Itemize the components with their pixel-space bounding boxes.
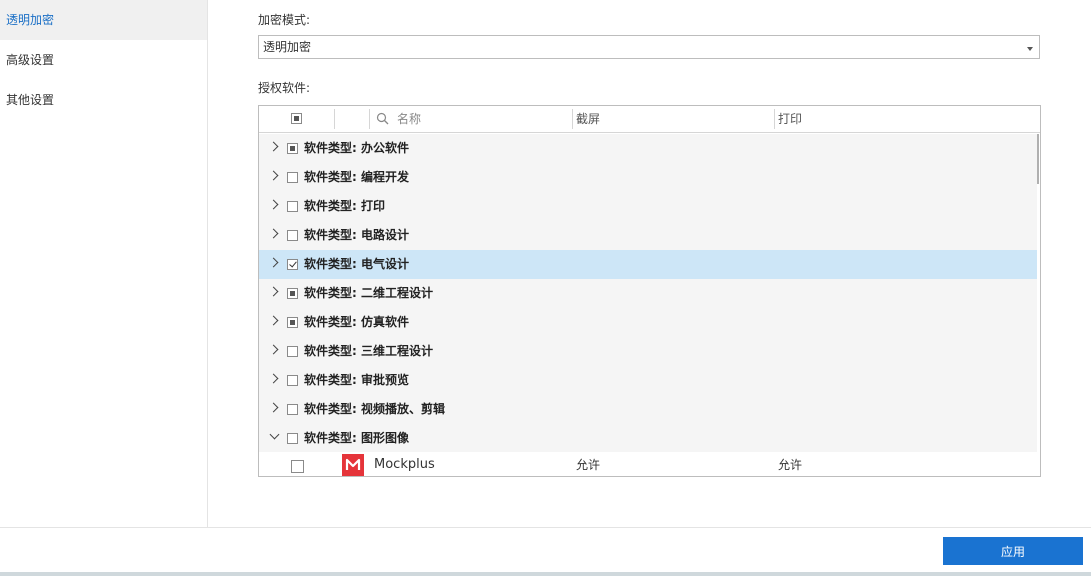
software-table: 名称 截屏 打印 软件类型: 办公软件 软件类型: 编程开发 软件类型: 打印软件类… — [258, 105, 1041, 477]
column-divider — [572, 109, 573, 129]
mode-select[interactable]: 透明加密 — [258, 35, 1040, 59]
select-all-checkbox[interactable] — [291, 113, 302, 124]
chevron-down-icon — [1027, 47, 1033, 51]
chevron-right-icon[interactable] — [268, 286, 279, 297]
category-label: 软件类型: 办公软件 — [304, 141, 409, 155]
column-divider — [334, 109, 335, 129]
column-divider — [369, 109, 370, 129]
sidebar-item-advanced-settings[interactable]: 高级设置 — [0, 40, 207, 80]
category-label: 软件类型: 三维工程设计 — [304, 344, 433, 358]
chevron-down-icon[interactable] — [269, 429, 280, 440]
table-header: 名称 截屏 打印 — [259, 106, 1040, 133]
chevron-right-icon[interactable] — [268, 257, 279, 268]
sidebar-item-label: 透明加密 — [6, 13, 55, 27]
mode-select-value: 透明加密 — [263, 40, 312, 54]
chevron-right-icon[interactable] — [268, 344, 279, 355]
category-row[interactable]: 软件类型: 打印 — [259, 192, 1037, 221]
category-label: 软件类型: 审批预览 — [304, 373, 409, 387]
scrollbar[interactable] — [1037, 134, 1039, 184]
category-checkbox[interactable] — [287, 172, 298, 183]
category-row[interactable]: 软件类型: 图形图像 — [259, 424, 1037, 453]
column-divider — [774, 109, 775, 129]
print-permission[interactable]: 允许 — [778, 452, 802, 476]
divider — [0, 527, 1091, 528]
app-name: Mockplus — [374, 457, 435, 472]
sidebar: 透明加密 高级设置 其他设置 — [0, 0, 208, 527]
category-row[interactable]: 软件类型: 电路设计 — [259, 221, 1037, 250]
sidebar-item-transparent-encryption[interactable]: 透明加密 — [0, 0, 207, 40]
taskbar-strip — [0, 572, 1091, 576]
mode-label: 加密模式: — [258, 13, 311, 27]
category-label: 软件类型: 编程开发 — [304, 170, 409, 184]
category-row[interactable]: 软件类型: 电气设计 — [259, 250, 1037, 279]
name-filter-input[interactable]: 名称 — [397, 106, 421, 132]
category-checkbox[interactable] — [287, 201, 298, 212]
screenshot-permission[interactable]: 允许 — [576, 452, 600, 476]
chevron-right-icon[interactable] — [268, 315, 279, 326]
category-checkbox[interactable] — [287, 346, 298, 357]
category-checkbox[interactable] — [287, 375, 298, 386]
category-label: 软件类型: 打印 — [304, 199, 385, 213]
chevron-right-icon[interactable] — [268, 373, 279, 384]
table-row[interactable]: Mockplus 允许 允许 — [259, 452, 1037, 476]
category-label: 软件类型: 视频播放、剪辑 — [304, 402, 445, 416]
category-label: 软件类型: 图形图像 — [304, 431, 409, 445]
row-checkbox[interactable] — [291, 460, 304, 473]
category-row[interactable]: 软件类型: 编程开发 — [259, 163, 1037, 192]
chevron-right-icon[interactable] — [268, 402, 279, 413]
column-header-print[interactable]: 打印 — [778, 106, 802, 132]
category-row[interactable]: 软件类型: 仿真软件 — [259, 308, 1037, 337]
category-label: 软件类型: 仿真软件 — [304, 315, 409, 329]
category-label: 软件类型: 电路设计 — [304, 228, 409, 242]
software-label: 授权软件: — [258, 81, 311, 95]
category-row[interactable]: 软件类型: 三维工程设计 — [259, 337, 1037, 366]
chevron-right-icon[interactable] — [268, 170, 279, 181]
apply-button[interactable]: 应用 — [943, 537, 1083, 565]
category-checkbox[interactable] — [287, 230, 298, 241]
category-row[interactable]: 软件类型: 视频播放、剪辑 — [259, 395, 1037, 424]
column-header-screenshot[interactable]: 截屏 — [576, 106, 600, 132]
category-checkbox[interactable] — [287, 259, 298, 270]
category-row[interactable]: 软件类型: 审批预览 — [259, 366, 1037, 395]
category-checkbox[interactable] — [287, 317, 298, 328]
sidebar-item-label: 高级设置 — [6, 53, 55, 67]
category-label: 软件类型: 电气设计 — [304, 257, 409, 271]
chevron-right-icon[interactable] — [268, 141, 279, 152]
category-checkbox[interactable] — [287, 288, 298, 299]
sidebar-item-other-settings[interactable]: 其他设置 — [0, 80, 207, 120]
category-checkbox[interactable] — [287, 433, 298, 444]
category-checkbox[interactable] — [287, 404, 298, 415]
mockplus-logo — [342, 454, 364, 476]
category-checkbox[interactable] — [287, 143, 298, 154]
sidebar-item-label: 其他设置 — [6, 93, 55, 107]
search-icon — [376, 112, 389, 128]
category-label: 软件类型: 二维工程设计 — [304, 286, 433, 300]
chevron-right-icon[interactable] — [268, 199, 279, 210]
category-row[interactable]: 软件类型: 二维工程设计 — [259, 279, 1037, 308]
category-row[interactable]: 软件类型: 办公软件 — [259, 134, 1037, 163]
chevron-right-icon[interactable] — [268, 228, 279, 239]
